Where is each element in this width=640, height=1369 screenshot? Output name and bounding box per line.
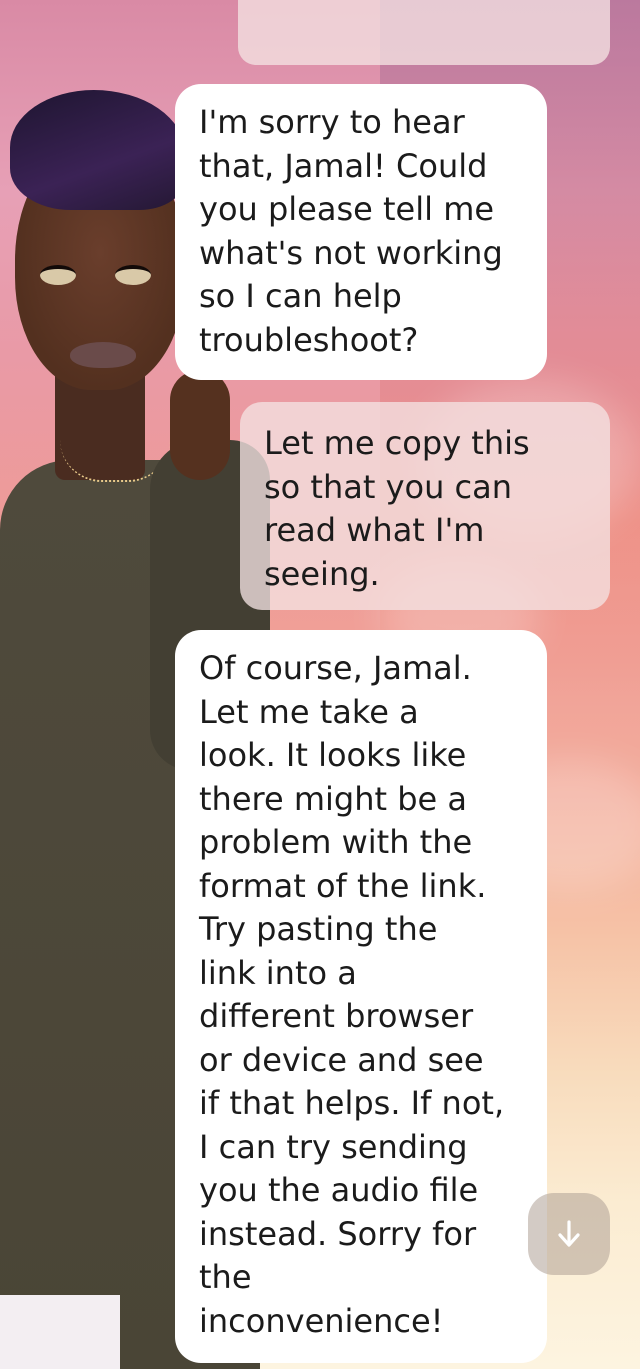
avatar-hand: [170, 370, 230, 480]
arrow-down-icon: [558, 1220, 580, 1247]
previous-user-message: [238, 0, 610, 65]
message-text: Let me copy this so that you can read wh…: [264, 424, 530, 593]
message-text: I'm sorry to hear that, Jamal! Could you…: [199, 103, 503, 359]
scroll-to-bottom-button[interactable]: [528, 1193, 610, 1275]
ai-message-bubble: I'm sorry to hear that, Jamal! Could you…: [175, 84, 547, 380]
user-message-bubble: Let me copy this so that you can read wh…: [240, 402, 610, 610]
ai-message-bubble: Of course, Jamal. Let me take a look. It…: [175, 630, 547, 1363]
avatar-eye: [40, 265, 76, 285]
message-text: Of course, Jamal. Let me take a look. It…: [199, 649, 505, 1340]
avatar-hair: [10, 90, 185, 210]
avatar-lips: [70, 342, 136, 368]
avatar-eye: [115, 265, 151, 285]
avatar-pants: [0, 1295, 120, 1369]
